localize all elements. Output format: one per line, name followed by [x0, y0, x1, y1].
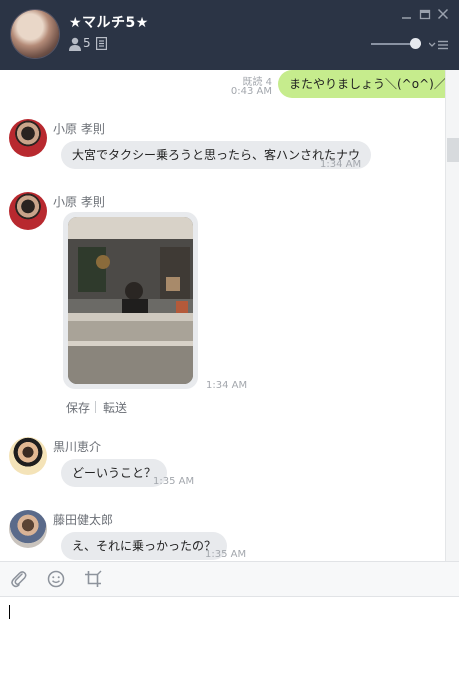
- sender-name: 藤田健太郎: [53, 513, 114, 527]
- message-bubble[interactable]: え、それに乗っかったの？: [61, 532, 228, 560]
- action-divider: [95, 401, 96, 413]
- photo-message[interactable]: [63, 212, 198, 389]
- menu-icon[interactable]: [429, 40, 449, 50]
- person-icon[interactable]: [69, 37, 81, 51]
- avatar[interactable]: [9, 437, 47, 475]
- photo-picture: [68, 217, 193, 384]
- save-button[interactable]: 保存: [66, 399, 90, 416]
- message-bubble[interactable]: どーいうこと？: [61, 459, 168, 487]
- maximize-icon[interactable]: [419, 8, 431, 20]
- avatar[interactable]: [9, 119, 47, 157]
- scrollbar-thumb[interactable]: [447, 138, 459, 162]
- message-time: 0:43 AM: [230, 86, 272, 97]
- message-time: 1:35 AM: [153, 476, 195, 487]
- member-count: 5: [83, 36, 91, 50]
- message-time: 1:34 AM: [320, 159, 362, 170]
- message-input[interactable]: [0, 597, 459, 678]
- avatar[interactable]: [9, 510, 47, 548]
- sender-name: 小原 孝則: [53, 195, 105, 209]
- compose-toolbar: [0, 561, 459, 597]
- photo-image[interactable]: [68, 217, 193, 384]
- crop-icon[interactable]: [84, 570, 102, 588]
- emoji-icon[interactable]: [47, 570, 65, 588]
- slider-knob[interactable]: [410, 38, 421, 49]
- minimize-icon[interactable]: [401, 8, 413, 20]
- attach-icon[interactable]: [10, 570, 28, 588]
- group-title: ★マルチ5★: [69, 15, 149, 31]
- volume-slider[interactable]: [371, 38, 423, 50]
- message-list[interactable]: 既読 4 0:43 AM またやりましょう＼(^o^)／ 小原 孝則 大宮でタク…: [0, 70, 445, 561]
- group-avatar[interactable]: [11, 10, 59, 58]
- sender-name: 小原 孝則: [53, 122, 105, 136]
- avatar[interactable]: [9, 192, 47, 230]
- message-time: 1:34 AM: [206, 380, 248, 391]
- forward-button[interactable]: 転送: [103, 399, 127, 416]
- outgoing-message-bubble[interactable]: またやりましょう＼(^o^)／: [278, 70, 445, 98]
- message-time: 1:35 AM: [205, 549, 247, 560]
- text-caret: [9, 605, 10, 619]
- close-icon[interactable]: [437, 8, 449, 20]
- scrollbar[interactable]: [445, 70, 459, 561]
- sender-name: 黒川恵介: [53, 440, 102, 454]
- note-icon[interactable]: [96, 37, 107, 50]
- chat-header: ★マルチ5★ 5: [0, 0, 459, 70]
